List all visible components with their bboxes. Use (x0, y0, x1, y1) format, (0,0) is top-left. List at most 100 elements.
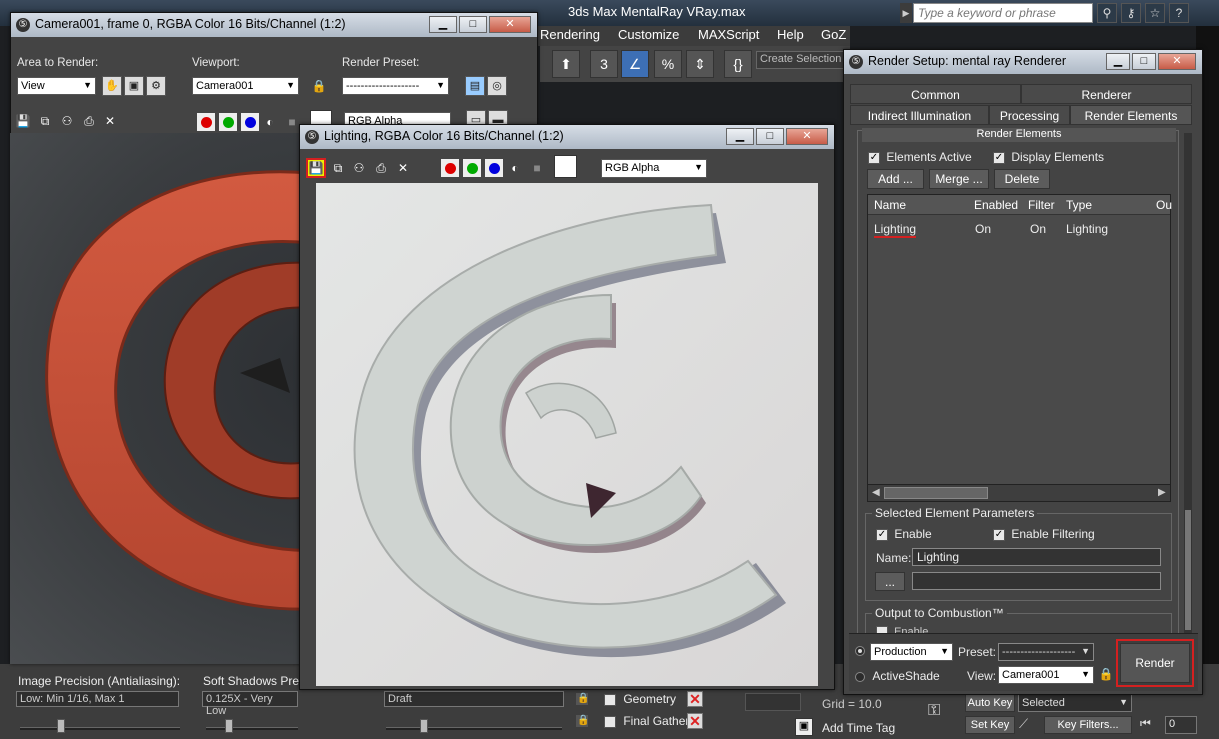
blue-channel-toggle[interactable] (484, 158, 504, 178)
render-button[interactable]: Render (1120, 643, 1190, 683)
production-radio[interactable] (855, 645, 865, 657)
enable-row[interactable]: ✓ Enable (876, 527, 932, 541)
image-precision-slider[interactable] (20, 727, 180, 730)
lock-viewport-icon[interactable]: 🔒 (311, 78, 327, 94)
time-tag-icon[interactable]: ▣ (795, 718, 813, 736)
environment-icon[interactable]: ◎ (487, 76, 507, 96)
column-name[interactable]: Name (874, 198, 906, 212)
geometry-lock-icon[interactable]: 🔒 (576, 693, 589, 706)
output-path-field[interactable] (912, 572, 1161, 590)
set-key-button[interactable]: Set Key (965, 716, 1015, 734)
add-element-button[interactable]: Add ... (867, 169, 924, 189)
soft-shadows-knob[interactable] (225, 719, 233, 733)
channels-icon[interactable]: ⚇ (59, 113, 75, 129)
goto-start-icon[interactable]: ⏮ (1140, 716, 1151, 731)
lighting-window-titlebar[interactable]: ⑤ Lighting, RGBA Color 16 Bits/Channel (… (300, 125, 834, 149)
help-icon[interactable]: ? (1169, 3, 1189, 23)
draft-knob[interactable] (420, 719, 428, 733)
key-icon[interactable]: ⚷ (1121, 3, 1141, 23)
clear-icon[interactable]: ✕ (102, 113, 118, 129)
save-region-icon[interactable]: ⚙ (146, 76, 166, 96)
elements-active-checkbox[interactable]: ✓ (868, 151, 880, 164)
channels-icon[interactable]: ⚇ (351, 160, 367, 176)
soft-shadows-field[interactable]: 0.125X - Very Low (202, 691, 298, 717)
camera-window-titlebar[interactable]: ⑤ Camera001, frame 0, RGBA Color 16 Bits… (11, 13, 537, 37)
star-icon[interactable]: ☆ (1145, 3, 1165, 23)
scroll-left-icon[interactable]: ◀ (872, 487, 880, 498)
save-image-icon[interactable]: 💾 (306, 158, 326, 178)
close-button[interactable]: ✕ (489, 16, 531, 33)
merge-element-button[interactable]: Merge ... (929, 169, 989, 189)
scroll-right-icon[interactable]: ▶ (1158, 487, 1166, 498)
rollout-header[interactable]: Render Elements (862, 128, 1176, 142)
geometry-clear-icon[interactable]: ✕ (687, 691, 703, 707)
render-elements-table[interactable]: Name Enabled Filter Type Ou Lighting On … (867, 194, 1172, 502)
red-channel-toggle[interactable] (196, 112, 216, 132)
auto-key-button[interactable]: Auto Key (965, 694, 1015, 712)
snap-3d-icon[interactable]: 3 (590, 50, 618, 78)
auto-region-icon[interactable]: ▣ (124, 76, 144, 96)
add-time-tag-label[interactable]: Add Time Tag (822, 721, 895, 735)
color-swatch[interactable] (554, 155, 577, 178)
activeshade-radio[interactable] (855, 671, 865, 682)
image-precision-knob[interactable] (57, 719, 65, 733)
tab-renderer[interactable]: Renderer (1021, 84, 1192, 104)
final-gather-lock-icon[interactable]: 🔒 (576, 715, 589, 728)
minimize-button[interactable]: ▁ (726, 128, 754, 145)
search-expand-icon[interactable]: ▶ (900, 3, 912, 23)
select-icon[interactable]: ⬆ (552, 50, 580, 78)
draft-slider[interactable] (386, 727, 562, 730)
activeshade-row[interactable]: ActiveShade (855, 669, 940, 683)
search-input[interactable]: Type a keyword or phrase (913, 3, 1093, 23)
tab-indirect-illumination[interactable]: Indirect Illumination (850, 105, 989, 125)
soft-shadows-slider[interactable] (206, 727, 298, 730)
render-mode-dropdown[interactable]: Production ▼ (870, 643, 953, 661)
percent-snap-icon[interactable]: % (654, 50, 682, 78)
column-type[interactable]: Type (1066, 198, 1092, 212)
tab-common[interactable]: Common (850, 84, 1021, 104)
spinner-snap-icon[interactable]: ⇕ (686, 50, 714, 78)
maximize-button[interactable]: □ (459, 16, 487, 33)
lock-view-icon[interactable]: 🔒 (1098, 666, 1114, 682)
red-channel-toggle[interactable] (440, 158, 460, 178)
menu-help[interactable]: Help (777, 27, 804, 42)
print-icon[interactable]: ⎙ (81, 113, 97, 129)
preset-dropdown[interactable]: -------------------- ▼ (998, 643, 1094, 661)
alpha-channel-icon[interactable]: ◐ (507, 160, 523, 176)
render-setup-icon[interactable]: ▤ (465, 76, 485, 96)
coordinate-field[interactable] (745, 693, 801, 711)
rollout-scroll-thumb[interactable] (1185, 510, 1191, 630)
clone-window-icon[interactable]: ⧉ (37, 113, 53, 129)
final-gather-checkbox[interactable] (604, 715, 616, 728)
enable-filtering-checkbox[interactable]: ✓ (993, 528, 1005, 541)
column-enabled[interactable]: Enabled (974, 198, 1018, 212)
named-selection-dropdown[interactable]: Create Selection (756, 51, 846, 69)
angle-snap-icon[interactable]: ∠ (621, 50, 649, 78)
render-setup-titlebar[interactable]: ⑤ Render Setup: mental ray Renderer ▁ □ … (844, 50, 1202, 74)
table-hscrollbar[interactable]: ◀ ▶ (868, 484, 1170, 501)
menu-customize[interactable]: Customize (618, 27, 679, 42)
mono-icon[interactable]: ■ (529, 160, 545, 176)
green-channel-toggle[interactable] (218, 112, 238, 132)
browse-output-button[interactable]: ... (875, 572, 905, 591)
column-output[interactable]: Ou (1156, 198, 1172, 212)
blue-channel-toggle[interactable] (240, 112, 260, 132)
draft-field[interactable]: Draft (384, 691, 564, 707)
element-name-field[interactable]: Lighting (912, 548, 1161, 566)
edit-region-icon[interactable]: ✋ (102, 76, 122, 96)
final-gather-clear-icon[interactable]: ✕ (687, 713, 703, 729)
tab-render-elements[interactable]: Render Elements (1070, 105, 1192, 125)
menu-maxscript[interactable]: MAXScript (698, 27, 759, 42)
render-preset-dropdown[interactable]: -------------------- ▼ (342, 77, 449, 95)
area-to-render-dropdown[interactable]: View ▼ (17, 77, 96, 95)
edit-named-selection-icon[interactable]: {} (724, 50, 752, 78)
table-row[interactable]: Lighting On On Lighting (868, 216, 1170, 238)
maximize-button[interactable]: □ (1132, 53, 1156, 70)
current-frame-field[interactable]: 0 (1165, 716, 1197, 734)
scroll-thumb[interactable] (884, 487, 988, 499)
clone-window-icon[interactable]: ⧉ (330, 160, 346, 176)
menu-rendering[interactable]: Rendering (540, 27, 600, 42)
column-filter[interactable]: Filter (1028, 198, 1055, 212)
viewport-dropdown[interactable]: Camera001 ▼ (192, 77, 299, 95)
enable-checkbox[interactable]: ✓ (876, 528, 888, 541)
